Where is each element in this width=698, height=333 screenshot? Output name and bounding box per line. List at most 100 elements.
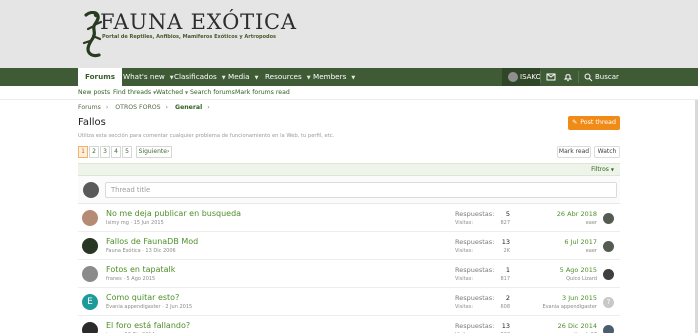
views-count: 608: [500, 304, 510, 310]
thread-row[interactable]: E Como quitar esto? Evania appendigaster…: [78, 289, 620, 316]
next-page-button[interactable]: Siguiente›: [136, 146, 172, 158]
mail-icon[interactable]: [546, 72, 556, 82]
nav-forums-label: Forums: [85, 72, 115, 81]
nav-members-label: Members: [313, 72, 347, 81]
breadcrumb: Forums › OTROS FOROS › General ›: [78, 104, 215, 114]
nav-clasificados[interactable]: Clasificados ▼: [174, 68, 226, 86]
replies-count: 5: [505, 210, 510, 218]
filters-label: Filtros: [591, 166, 609, 173]
search-label: Buscar: [595, 73, 619, 81]
forum-description: Utiliza esta sección para comentar cualq…: [78, 133, 335, 139]
thread-row[interactable]: No me deja publicar en busqueda Isimy mg…: [78, 205, 620, 232]
avatar[interactable]: [82, 266, 98, 282]
last-post-user[interactable]: eaer: [586, 248, 597, 254]
thread-title-link[interactable]: Fotos en tapatalk: [106, 265, 175, 274]
user-menu[interactable]: ISAKO: [502, 68, 542, 86]
search-icon: [584, 73, 593, 81]
nav-whats-new-label: What's new: [123, 72, 165, 81]
replies-label: Respuestas:: [455, 238, 495, 246]
thread-title-link[interactable]: El foro está fallando?: [106, 321, 190, 330]
chevron-down-icon: ▼: [221, 75, 226, 81]
subnav-search-forums[interactable]: Search forums: [190, 86, 235, 100]
divider: [540, 71, 541, 83]
last-post-user[interactable]: eaer: [586, 220, 597, 226]
pencil-icon: ✎: [571, 119, 578, 126]
thread-title-link[interactable]: Fallos de FaunaDB Mod: [106, 237, 198, 246]
avatar: [508, 72, 518, 82]
page-2[interactable]: 2: [89, 146, 99, 158]
subnav-new-posts[interactable]: New posts: [78, 86, 110, 100]
last-post-date[interactable]: 5 Ago 2015: [560, 266, 597, 274]
bell-icon[interactable]: [563, 72, 573, 82]
replies-count: 1: [505, 266, 510, 274]
subnav-mark-forums-read[interactable]: Mark forums read: [235, 86, 290, 100]
page-1[interactable]: 1: [78, 146, 88, 158]
nav-members[interactable]: Members ▼: [313, 68, 355, 86]
avatar[interactable]: [82, 210, 98, 226]
search-button[interactable]: Buscar: [584, 68, 620, 86]
avatar[interactable]: ?: [603, 297, 614, 308]
divider: [578, 71, 579, 83]
last-post-date[interactable]: 6 Jul 2017: [564, 238, 597, 246]
post-thread-label: Post thread: [580, 119, 617, 126]
nav-media[interactable]: Media ▼: [228, 68, 258, 86]
avatar[interactable]: [603, 241, 614, 252]
chevron-down-icon: ▼: [185, 90, 189, 95]
breadcrumb-general[interactable]: General: [175, 104, 202, 111]
next-page-label: Siguiente: [138, 148, 167, 155]
avatar[interactable]: E: [82, 294, 98, 310]
filters-dropdown[interactable]: Filtros ▼: [591, 164, 614, 175]
post-thread-button[interactable]: ✎ Post thread: [568, 116, 620, 130]
thread-title-link[interactable]: No me deja publicar en busqueda: [106, 209, 241, 218]
subnav-watched[interactable]: Watched ▼: [156, 86, 188, 100]
avatar[interactable]: [603, 269, 614, 280]
replies-label: Respuestas:: [455, 322, 495, 330]
thread-title-input[interactable]: [105, 182, 617, 198]
views-count: 827: [500, 220, 510, 226]
site-subtitle: Portal de Reptiles, Anfibios, Mamiferos …: [102, 34, 277, 40]
last-post-date[interactable]: 26 Dic 2014: [558, 322, 597, 330]
page-5[interactable]: 5: [122, 146, 132, 158]
thread-row[interactable]: El foro está fallando? jenny · 26 Dic 20…: [78, 317, 620, 333]
avatar[interactable]: [603, 325, 614, 333]
views-label: Visitas:: [455, 304, 474, 310]
replies-count: 13: [501, 238, 510, 246]
nav-media-label: Media: [228, 72, 250, 81]
chevron-right-icon: ›: [166, 148, 170, 155]
last-post-user[interactable]: Quico Lizard: [566, 276, 597, 282]
replies-label: Respuestas:: [455, 210, 495, 218]
last-post-date[interactable]: 3 Jun 2015: [562, 294, 597, 302]
watch-button[interactable]: Watch: [594, 146, 620, 158]
subnav-find-threads[interactable]: Find threads ▼: [113, 86, 156, 100]
breadcrumb-otros-foros[interactable]: OTROS FOROS: [115, 104, 160, 111]
views-count: 817: [500, 276, 510, 282]
page-4[interactable]: 4: [111, 146, 121, 158]
replies-label: Respuestas:: [455, 294, 495, 302]
avatar[interactable]: [603, 213, 614, 224]
quick-thread-composer: [78, 176, 620, 204]
username: ISAKO: [520, 73, 542, 81]
page-root: FAUNA EXÓTICA Portal de Reptiles, Anfibi…: [0, 0, 698, 333]
sub-nav: New posts Find threads ▼ Watched ▼ Search …: [0, 86, 698, 100]
chevron-down-icon: ▼: [351, 75, 356, 81]
avatar[interactable]: [82, 238, 98, 254]
main-nav: Forums What's new ▼ Clasificados ▼ Media ▼ …: [0, 68, 698, 87]
thread-title-link[interactable]: Como quitar esto?: [106, 293, 179, 302]
mark-read-button[interactable]: Mark read: [557, 146, 591, 158]
thread-meta: Fauna Exótica · 13 Dic 2006: [106, 248, 176, 254]
nav-whats-new[interactable]: What's new ▼: [123, 68, 174, 86]
avatar[interactable]: [82, 322, 98, 333]
site-logo[interactable]: FAUNA EXÓTICA Portal de Reptiles, Anfibi…: [76, 10, 296, 59]
thread-meta: Isimy mg · 15 Jun 2015: [106, 220, 164, 226]
page-3[interactable]: 3: [100, 146, 110, 158]
nav-forums[interactable]: Forums: [78, 68, 122, 87]
thread-row[interactable]: Fallos de FaunaDB Mod Fauna Exótica · 13…: [78, 233, 620, 260]
thread-meta: franes · 5 Ago 2015: [106, 276, 156, 282]
chevron-right-icon: ›: [207, 104, 210, 111]
thread-row[interactable]: Fotos en tapatalk franes · 5 Ago 2015 Re…: [78, 261, 620, 288]
chevron-right-icon: ›: [105, 104, 109, 111]
breadcrumb-forums[interactable]: Forums: [78, 104, 101, 111]
last-post-user[interactable]: Evania appendigaster: [542, 304, 597, 310]
nav-resources[interactable]: Resources ▼: [265, 68, 311, 86]
last-post-date[interactable]: 26 Abr 2018: [557, 210, 597, 218]
